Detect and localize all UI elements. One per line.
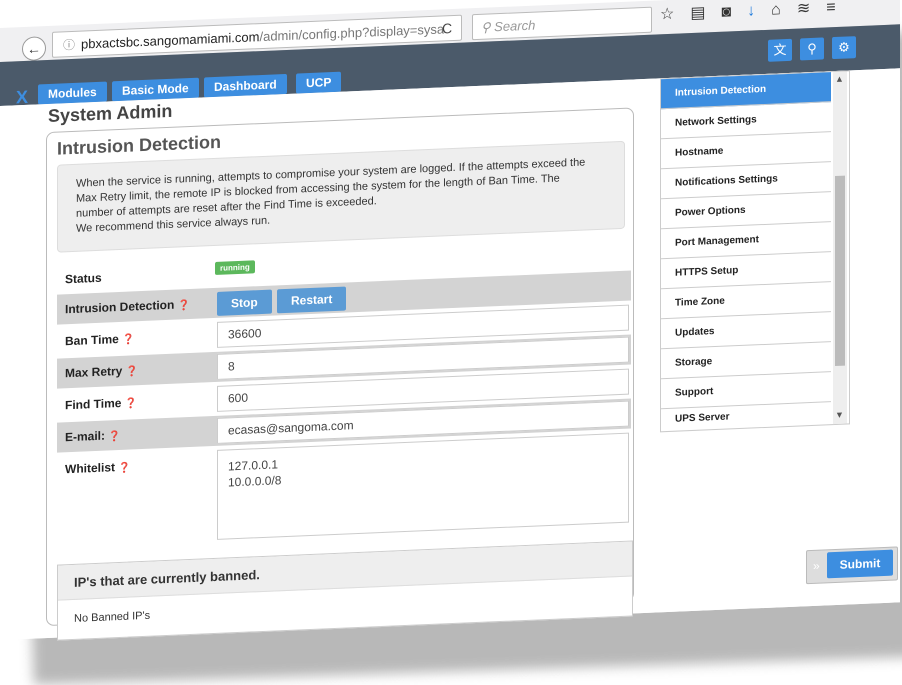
max-retry-label-text: Max Retry [65, 363, 123, 381]
pocket-icon[interactable]: ◙ [721, 3, 747, 21]
whitelist-label: Whitelist ❓ [65, 460, 131, 477]
language-icon[interactable]: 文 [768, 38, 792, 62]
email-label: E-mail: ❓ [65, 428, 121, 445]
back-button[interactable]: ← [22, 36, 46, 62]
intrusion-label-text: Intrusion Detection [65, 297, 175, 317]
download-icon[interactable]: ↓ [747, 2, 771, 20]
description-box: When the service is running, attempts to… [57, 140, 625, 253]
help-icon[interactable]: ❓ [108, 431, 120, 443]
search-icon: ⚲ [481, 19, 491, 35]
scroll-up-icon[interactable]: ▲ [835, 74, 844, 84]
restart-button[interactable]: Restart [277, 286, 347, 314]
help-icon[interactable]: ❓ [178, 300, 190, 312]
ban-time-label: Ban Time ❓ [65, 331, 135, 348]
section-title: Intrusion Detection [57, 131, 222, 159]
search-placeholder: Search [494, 17, 536, 35]
info-icon: ⓘ [63, 37, 76, 53]
main-content: System Admin Intrusion Detection When th… [0, 68, 900, 641]
search-icon[interactable]: ⚲ [800, 37, 824, 61]
menu-icon[interactable]: ≡ [826, 0, 851, 16]
find-time-label: Find Time ❓ [65, 395, 137, 412]
layers-icon[interactable]: ≋ [797, 0, 826, 18]
help-icon[interactable]: ❓ [118, 463, 130, 475]
scroll-down-icon[interactable]: ▼ [835, 410, 844, 420]
clipboard-icon[interactable]: ▤ [690, 4, 721, 22]
nav-tab-ucp[interactable]: UCP [296, 71, 342, 94]
find-time-label-text: Find Time [65, 395, 122, 413]
stop-button[interactable]: Stop [217, 289, 272, 316]
browser-window: ← ⓘ pbxactsbc.sangomamiami.com/admin/conf… [0, 0, 900, 641]
intrusion-detection-panel: Intrusion Detection When the service is … [46, 107, 634, 641]
banned-ips-body: No Banned IP's [74, 609, 151, 625]
intrusion-label: Intrusion Detection ❓ [65, 297, 190, 317]
chevron-right-icon: » [813, 558, 820, 573]
home-icon[interactable]: ⌂ [771, 1, 797, 19]
ban-time-label-text: Ban Time [65, 332, 119, 349]
page-title: System Admin [48, 100, 173, 126]
url-path: /admin/config.php?display=sysa [259, 21, 445, 45]
status-badge: running [215, 260, 255, 275]
sidebar-menu: Intrusion Detection Network Settings Hos… [660, 70, 850, 433]
whitelist-label-text: Whitelist [65, 460, 115, 477]
star-icon[interactable]: ☆ [660, 5, 690, 23]
status-label: Status [65, 270, 102, 287]
email-label-text: E-mail: [65, 428, 106, 445]
submit-button[interactable]: Submit [827, 549, 893, 579]
sidebar-scrollbar-thumb[interactable] [835, 175, 845, 367]
url-host: pbxactsbc.sangomamiami.com [81, 29, 260, 52]
help-icon[interactable]: ❓ [122, 334, 134, 346]
help-icon[interactable]: ❓ [125, 398, 137, 410]
reload-icon[interactable]: C [442, 20, 452, 36]
submit-group: » Submit [806, 546, 898, 585]
banned-ips-header: IP's that are currently banned. [58, 541, 632, 601]
whitelist-textarea[interactable]: 127.0.0.1 10.0.0.0/8 [217, 432, 629, 540]
browser-icon-group: ☆▤◙↓⌂≋≡ [660, 0, 852, 24]
help-icon[interactable]: ❓ [126, 366, 138, 378]
max-retry-label: Max Retry ❓ [65, 363, 138, 380]
gear-icon[interactable]: ⚙ [832, 36, 856, 60]
back-arrow-icon: ← [27, 40, 41, 57]
banned-ips-title: IP's that are currently banned. [74, 567, 260, 590]
